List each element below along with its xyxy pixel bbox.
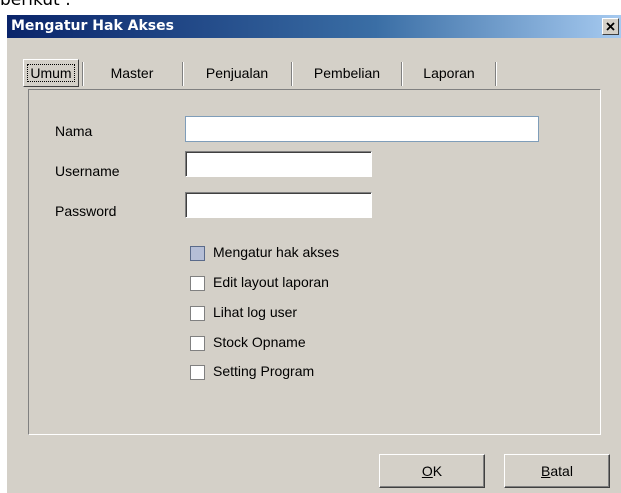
tab-separator [495,62,497,86]
checkbox-edit-layout-laporan[interactable] [190,276,205,291]
checkbox-label: Stock Opname [213,334,306,350]
username-field[interactable] [185,151,372,177]
ok-button[interactable]: OK [379,454,485,488]
batal-label-rest: atal [550,463,573,479]
close-icon [606,22,615,31]
dialog-window: Mengatur Hak Akses Umum Master Penjualan… [6,14,621,493]
page-caption: berikut : [0,0,71,10]
checkbox-mengatur-hak-akses[interactable] [190,246,205,261]
nama-field[interactable] [185,116,539,142]
username-label: Username [55,163,120,179]
close-button[interactable] [602,18,619,35]
window-title: Mengatur Hak Akses [11,18,174,34]
checkbox-label: Lihat log user [213,304,298,320]
checkbox-label: Edit layout laporan [213,274,329,290]
checkbox-label: Mengatur hak akses [213,244,340,260]
tab-pembelian-label: Pembelian [313,65,381,81]
tab-laporan[interactable]: Laporan [404,58,494,88]
tab-separator [401,62,403,86]
password-field[interactable] [185,192,372,218]
batal-button[interactable]: Batal [504,454,610,488]
checkbox-label: Setting Program [213,363,315,379]
tab-penjualan[interactable]: Penjualan [185,58,289,88]
tab-separator [82,62,84,86]
tab-umum[interactable]: Umum [23,59,79,87]
ok-label-rest: K [432,463,443,479]
tab-separator [291,62,293,86]
tab-umum-label: Umum [27,64,75,82]
checkbox-lihat-log-user[interactable] [190,306,205,321]
checkbox-setting-program[interactable] [190,365,205,380]
checkbox-stock-opname[interactable] [190,336,205,351]
title-bar[interactable]: Mengatur Hak Akses [7,15,621,38]
ok-mnemonic: O [421,463,433,479]
password-label: Password [55,203,117,219]
tab-separator [182,62,184,86]
tab-laporan-label: Laporan [423,65,475,81]
nama-label: Nama [55,123,93,139]
tab-master-label: Master [110,65,154,81]
tab-pembelian[interactable]: Pembelian [294,58,400,88]
tab-penjualan-label: Penjualan [205,65,269,81]
tab-master[interactable]: Master [85,58,179,88]
batal-mnemonic: B [541,463,551,479]
